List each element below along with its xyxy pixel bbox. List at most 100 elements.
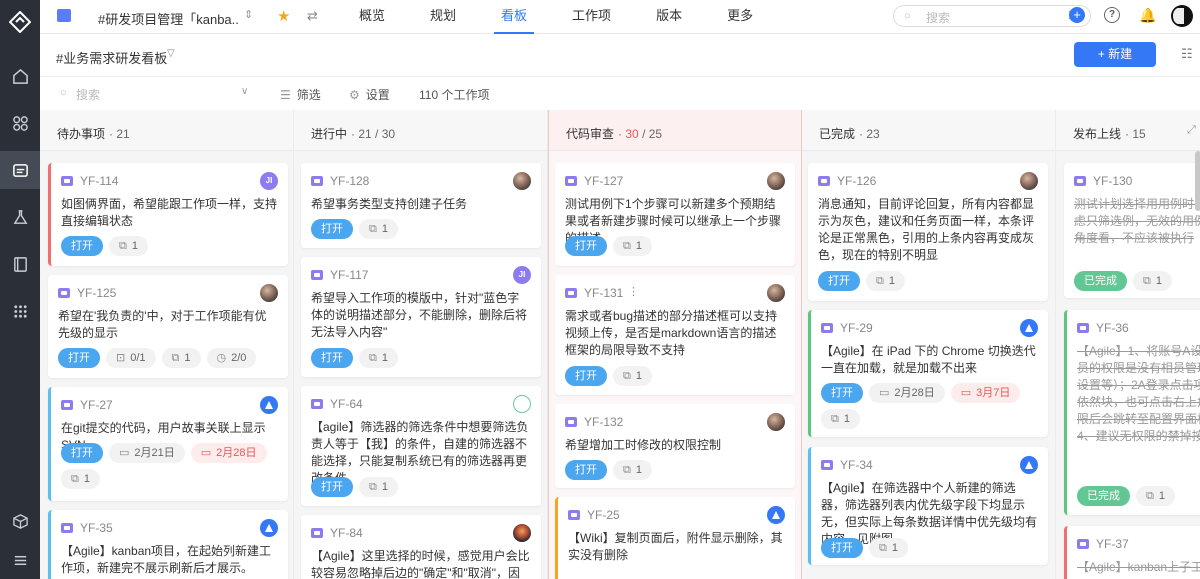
work-item-id[interactable]: YF-37	[1096, 537, 1129, 551]
help-icon[interactable]: ?	[1104, 7, 1120, 23]
work-item-card[interactable]: YF-126 消息通知，目前评论回复，所有内容都显示为灰色，建议和任务页面一样，…	[808, 163, 1048, 301]
status-badge[interactable]: 已完成	[1074, 271, 1127, 291]
project-switch-icon[interactable]: ⇕	[244, 8, 253, 21]
work-item-id[interactable]: YF-34	[840, 458, 873, 472]
create-icon[interactable]: +	[1069, 7, 1085, 23]
work-item-id[interactable]: YF-126	[837, 174, 876, 188]
work-item-card[interactable]: YF-35 【Agile】kanban项目，在起始列新建工作项，新建完不展示刷新…	[48, 510, 288, 579]
work-item-card[interactable]: YF-29 【Agile】在 iPad 下的 Chrome 切换迭代一直在加载，…	[808, 310, 1048, 437]
work-item-id[interactable]: YF-132	[584, 415, 623, 429]
work-item-card[interactable]: YF-130 测试计划选择用用例时，是否可以考虑只筛选例，无效的用例（未通过证角…	[1064, 163, 1200, 298]
status-badge[interactable]: 打开	[61, 443, 103, 463]
comment-count[interactable]: ⧉ 1	[821, 409, 860, 429]
chevron-down-icon[interactable]: ∨	[241, 86, 248, 97]
assignee-avatar[interactable]	[767, 506, 785, 524]
tab-work-items[interactable]: 工作项	[571, 0, 612, 34]
work-item-card[interactable]: YF-125 希望在'我负责的'中，对于工作项能有优先级的显示 打开 ⊡ 0/1 …	[48, 275, 288, 378]
assignee-avatar[interactable]	[260, 396, 278, 414]
user-avatar[interactable]	[1171, 5, 1193, 27]
work-item-id[interactable]: YF-125	[77, 286, 116, 300]
work-item-card[interactable]: YF-64 【agile】筛选器的筛选条件中想要筛选负责人等于【我】的条件，自建…	[301, 386, 541, 506]
app-logo-icon[interactable]	[9, 11, 31, 33]
assignee-avatar[interactable]	[767, 284, 785, 302]
start-date[interactable]: ▭ 2月28日	[869, 383, 945, 403]
status-badge[interactable]: 打开	[821, 538, 863, 558]
comment-count[interactable]: ⧉ 1	[161, 348, 201, 368]
comment-count[interactable]: ⧉ 1	[866, 271, 905, 291]
global-search-input[interactable]: ○ 搜索 ☰	[893, 5, 1091, 27]
work-item-card[interactable]: YF-37 【Agile】kanban上子工作	[1064, 526, 1200, 579]
status-badge[interactable]: 打开	[58, 348, 100, 368]
due-date[interactable]: ▭ 2月28日	[190, 443, 267, 463]
work-item-card[interactable]: YF-25 【Wiki】复制页面后，附件显示删除，其实没有删除	[555, 497, 795, 579]
tab-kanban[interactable]: 看板	[494, 0, 535, 34]
status-badge[interactable]: 打开	[311, 348, 353, 368]
assignee-avatar[interactable]	[1020, 456, 1038, 474]
comment-count[interactable]: ⧉ 1	[359, 477, 398, 497]
work-item-id[interactable]: YF-84	[330, 526, 363, 540]
work-item-id[interactable]: YF-128	[330, 174, 369, 188]
comment-count[interactable]: ⧉ 1	[359, 219, 398, 239]
comment-count[interactable]: ⧉ 1	[1136, 486, 1175, 506]
assignee-avatar[interactable]	[767, 172, 785, 190]
comment-count[interactable]: ⧉ 1	[359, 348, 398, 368]
work-item-id[interactable]: YF-114	[80, 174, 118, 188]
assignee-avatar[interactable]: JI	[513, 266, 531, 284]
more-apps-icon[interactable]	[0, 292, 40, 330]
due-date[interactable]: ▭ 3月7日	[950, 383, 1021, 403]
settings-button[interactable]: ⚙ 设置	[349, 86, 390, 103]
status-badge[interactable]: 打开	[565, 236, 607, 256]
work-item-card[interactable]: YF-131 ⋮ 需求或者bug描述的部分描述框可以支持视频上传，是否是mark…	[555, 275, 795, 395]
comment-count[interactable]: ⧉ 1	[869, 538, 908, 558]
work-item-card[interactable]: YF-128 希望事务类型支持创建子任务 打开 ⧉ 1	[301, 163, 541, 248]
test-flask-icon[interactable]	[0, 198, 40, 236]
work-item-id[interactable]: YF-117	[330, 268, 368, 282]
status-badge[interactable]: 打开	[821, 383, 863, 403]
work-item-id[interactable]: YF-29	[840, 321, 873, 335]
board-title[interactable]: #业务需求研发看板	[56, 48, 167, 67]
project-name[interactable]: #研发项目管理「kanba...	[98, 9, 238, 28]
cube-icon[interactable]	[0, 502, 40, 540]
apps-grid-icon[interactable]	[0, 104, 40, 142]
work-item-card[interactable]: YF-36 【Agile】1、将账号A设置略管理员的权限是没有相员管理、基本设置…	[1064, 310, 1200, 515]
board-search-input[interactable]: 搜索	[76, 86, 100, 103]
work-item-id[interactable]: YF-127	[584, 174, 623, 188]
filter-button[interactable]: ☰ 筛选	[280, 86, 321, 103]
assignee-avatar[interactable]	[1020, 319, 1038, 337]
work-item-card[interactable]: YF-114 JI 如图俩界面，希望能跟工作项一样，支持直接编辑状态 打开 ⧉ 1	[48, 163, 288, 266]
work-item-card[interactable]: YF-34 【Agile】在筛选器中个人新建的筛选器，筛选器列表内优先级字段下均…	[808, 447, 1048, 565]
status-badge[interactable]: 打开	[565, 366, 607, 386]
work-item-id[interactable]: YF-131	[584, 286, 623, 300]
home-icon[interactable]	[0, 57, 40, 95]
comment-count[interactable]: ⧉ 1	[61, 469, 100, 489]
work-item-id[interactable]: YF-36	[1096, 321, 1129, 335]
status-badge[interactable]: 已完成	[1077, 486, 1130, 506]
assignee-avatar[interactable]	[767, 413, 785, 431]
project-icon[interactable]	[0, 151, 40, 189]
subtask-count[interactable]: ⊡ 0/1	[106, 348, 156, 368]
assignee-avatar[interactable]	[513, 395, 531, 413]
tab-versions[interactable]: 版本	[655, 0, 683, 34]
comment-count[interactable]: ⧉ 1	[613, 236, 652, 256]
tab-more[interactable]: 更多	[726, 0, 754, 34]
tab-planning[interactable]: 规划	[429, 0, 457, 34]
work-item-card[interactable]: YF-84 【Agile】这里选择的时候，感觉用户会比较容易忽略掉后边的"确定"…	[301, 515, 541, 579]
assignee-avatar[interactable]	[260, 519, 278, 537]
work-item-id[interactable]: YF-130	[1093, 174, 1132, 188]
list-view-icon[interactable]: ☷	[1181, 46, 1193, 62]
wiki-book-icon[interactable]	[0, 245, 40, 283]
status-badge[interactable]: 打开	[61, 236, 103, 256]
notification-bell-icon[interactable]: 🔔	[1139, 7, 1156, 23]
comment-count[interactable]: ⧉ 1	[613, 460, 652, 480]
work-item-card[interactable]: YF-132 希望增加工时修改的权限控制 打开 ⧉ 1	[555, 404, 795, 488]
comment-count[interactable]: ⧉ 1	[613, 366, 652, 386]
assignee-avatar[interactable]: JI	[260, 172, 278, 190]
start-date[interactable]: ▭ 2月21日	[109, 443, 185, 463]
fullscreen-icon[interactable]: ⤢	[1187, 124, 1196, 137]
tab-overview[interactable]: 概览	[358, 0, 386, 34]
work-item-id[interactable]: YF-35	[80, 521, 113, 535]
vertical-scrollbar[interactable]	[1195, 151, 1200, 211]
status-badge[interactable]: 打开	[311, 219, 353, 239]
assignee-avatar[interactable]	[1020, 172, 1038, 190]
status-badge[interactable]: 打开	[311, 477, 353, 497]
